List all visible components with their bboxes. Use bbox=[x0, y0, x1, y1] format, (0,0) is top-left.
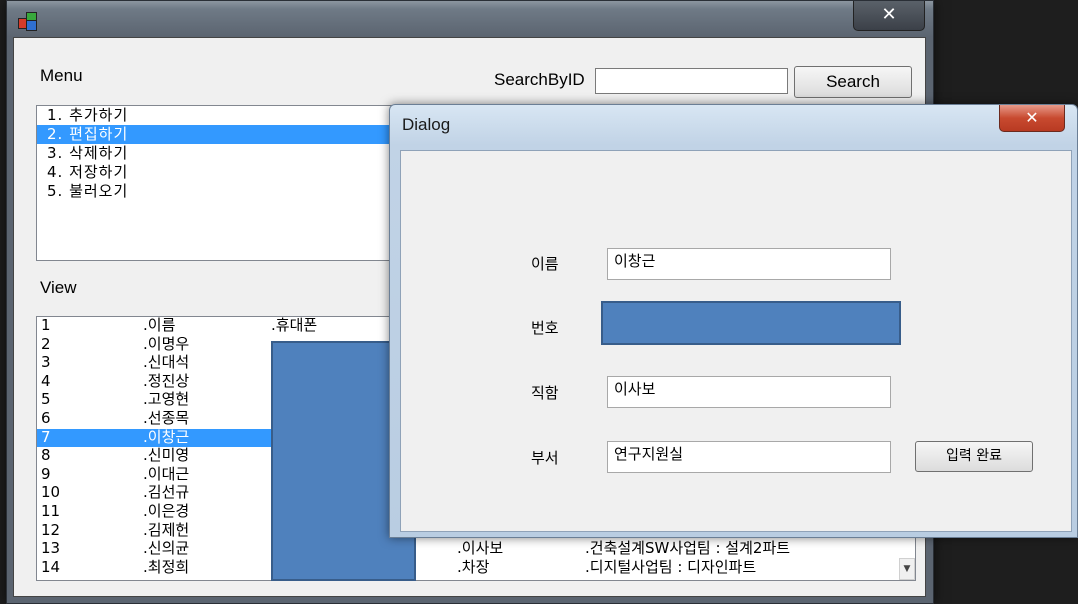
row-name-cell: .김제헌 bbox=[143, 520, 190, 539]
row-id-cell: 2 bbox=[41, 334, 51, 353]
row-id-cell: 11 bbox=[41, 501, 61, 520]
table-row[interactable]: 13 .신의균 .이사보 .건축설계SW사업팀 : 설계2파트 bbox=[37, 540, 915, 559]
search-button[interactable]: Search bbox=[794, 66, 912, 98]
row-id-cell: 4 bbox=[41, 371, 51, 390]
search-id-input[interactable] bbox=[595, 68, 788, 94]
row-name-cell: .김선규 bbox=[143, 483, 190, 502]
row-name-cell: .고영현 bbox=[143, 390, 190, 409]
row-id-cell: 13 bbox=[41, 539, 61, 558]
submit-button[interactable]: 입력 완료 bbox=[915, 441, 1033, 472]
view-label: View bbox=[40, 278, 77, 297]
row-id-cell: 9 bbox=[41, 464, 51, 483]
number-field-redacted[interactable] bbox=[601, 301, 901, 345]
row-name-cell: .신의균 bbox=[143, 539, 190, 558]
row-name-cell: .신대석 bbox=[143, 353, 190, 372]
department-field[interactable]: 연구지원실 bbox=[607, 441, 891, 473]
row-id-cell: 3 bbox=[41, 353, 51, 372]
row-id-cell: 1 bbox=[41, 316, 51, 334]
row-name-cell: .최정희 bbox=[143, 557, 190, 576]
row-name-cell: .신미영 bbox=[143, 446, 190, 465]
menu-label: Menu bbox=[40, 66, 83, 85]
dialog-client-area: 이름 이창근 번호 직함 이사보 부서 연구지원실 입력 완료 bbox=[400, 150, 1072, 532]
name-field[interactable]: 이창근 bbox=[607, 248, 891, 280]
row-phone-cell: .휴대폰 bbox=[271, 316, 318, 334]
number-label: 번호 bbox=[531, 319, 559, 337]
row-position-cell: .차장 bbox=[457, 557, 490, 576]
job-title-label: 직함 bbox=[531, 384, 559, 402]
row-name-cell: .이창근 bbox=[143, 427, 190, 446]
row-department-cell: .디지털사업팀 : 디자인파트 bbox=[585, 557, 757, 576]
row-id-cell: 14 bbox=[41, 557, 61, 576]
row-position-cell: .이사보 bbox=[457, 539, 504, 558]
row-department-cell: .건축설계SW사업팀 : 설계2파트 bbox=[585, 539, 791, 558]
row-id-cell: 12 bbox=[41, 520, 61, 539]
row-name-cell: .이름 bbox=[143, 316, 176, 334]
edit-dialog: Dialog ✕ 이름 이창근 번호 직함 이사보 부서 연구지원실 입력 완료 bbox=[389, 104, 1078, 538]
main-close-button[interactable]: ✕ bbox=[853, 1, 925, 31]
department-label: 부서 bbox=[531, 449, 559, 467]
dialog-title: Dialog bbox=[402, 115, 451, 134]
name-label: 이름 bbox=[531, 255, 559, 273]
scroll-down-arrow-icon[interactable]: ▼ bbox=[899, 558, 915, 580]
row-name-cell: .이명우 bbox=[143, 334, 190, 353]
row-id-cell: 6 bbox=[41, 408, 51, 427]
row-id-cell: 7 bbox=[41, 427, 51, 446]
row-id-cell: 10 bbox=[41, 483, 61, 502]
row-id-cell: 8 bbox=[41, 446, 51, 465]
row-name-cell: .정진상 bbox=[143, 371, 190, 390]
search-by-id-label: SearchByID bbox=[494, 70, 585, 89]
row-id-cell: 5 bbox=[41, 390, 51, 409]
table-row[interactable]: 14 .최정희 .차장 .디지털사업팀 : 디자인파트 bbox=[37, 557, 915, 578]
row-name-cell: .선종목 bbox=[143, 408, 190, 427]
row-name-cell: .이은경 bbox=[143, 501, 190, 520]
dialog-close-button[interactable]: ✕ bbox=[999, 105, 1065, 132]
app-icon bbox=[17, 11, 39, 31]
job-title-field[interactable]: 이사보 bbox=[607, 376, 891, 408]
row-name-cell: .이대근 bbox=[143, 464, 190, 483]
